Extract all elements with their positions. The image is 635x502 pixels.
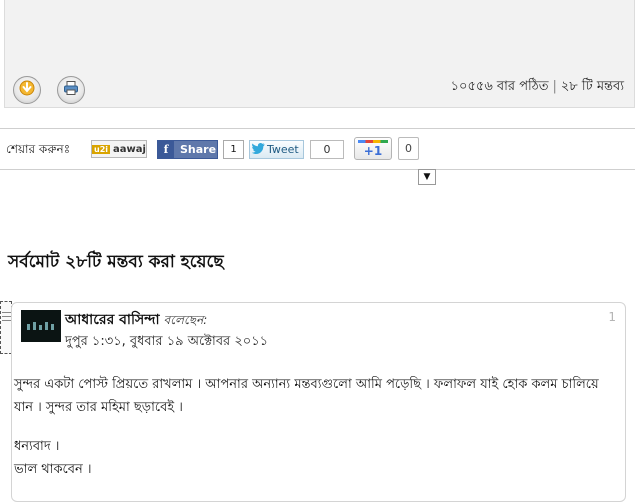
google-plus-one-count: 0 <box>398 137 419 160</box>
tweet-label: Tweet <box>267 143 299 156</box>
comments-heading: সর্বমোট ২৮টি মন্তব্য করা হয়েছে <box>8 252 224 272</box>
post-stats: ১০৫৫৬ বার পঠিত | ২৮ টি মন্তব্য <box>451 77 624 98</box>
avatar-pixel <box>45 322 48 330</box>
post-footer: ১০৫৫৬ বার পঠিত | ২৮ টি মন্তব্য <box>4 0 635 108</box>
favorite-arrow-icon <box>19 80 35 100</box>
says-label: বলেছেন: <box>163 313 208 327</box>
triangle-down-icon: ▼ <box>423 172 431 182</box>
handle-line <box>2 320 11 321</box>
twitter-bird-icon <box>251 142 265 157</box>
comment-item: আধারের বাসিন্দা বলেছেন: দুপুর ১:৩১, বুধবা… <box>11 302 626 502</box>
avatar-pixel <box>51 324 54 330</box>
comment-paragraph: ভাল থাকবেন । <box>14 462 92 477</box>
favorite-button[interactable] <box>13 76 41 104</box>
facebook-icon: f <box>158 141 174 158</box>
share-bar: শেয়ার করুনঃ u2i aawaj f Share 1 Tweet 0 +… <box>0 128 635 170</box>
comment-body: সুন্দর একটা পোস্ট প্রিয়তে রাখলাম । আপনা… <box>14 373 620 481</box>
print-icon <box>63 80 79 100</box>
avatar[interactable] <box>21 310 61 342</box>
facebook-share-button[interactable]: f Share <box>157 140 218 159</box>
share-label: শেয়ার করুনঃ <box>6 142 71 156</box>
tweet-button[interactable]: Tweet <box>249 140 304 159</box>
comment-paragraph: সুন্দর একটা পোস্ট প্রিয়তে রাখলাম । আপনা… <box>14 377 599 415</box>
avatar-pixel <box>27 324 30 330</box>
stats-separator: | <box>552 79 557 94</box>
aawaj-share-button[interactable]: u2i aawaj <box>91 140 147 158</box>
facebook-share-count: 1 <box>223 140 244 159</box>
facebook-share-label: Share <box>180 143 217 156</box>
handle-line <box>2 312 11 313</box>
author-name[interactable]: আধারের বাসিন্দা <box>65 312 160 328</box>
handle-line <box>2 316 11 317</box>
comment-number: 1 <box>608 310 616 324</box>
google-color-strip-icon <box>358 140 388 143</box>
google-plus-one-button[interactable]: +1 <box>354 137 392 160</box>
print-button[interactable] <box>57 76 85 104</box>
read-count: ১০৫৫৬ বার পঠিত <box>450 79 549 94</box>
avatar-pixel <box>39 325 42 330</box>
comment-timestamp: দুপুর ১:৩১, বুধবার ১৯ অক্টোবর ২০১১ <box>65 334 269 349</box>
google-plus-one-label: +1 <box>363 144 383 158</box>
comment-count[interactable]: ২৮ টি মন্তব্য <box>561 79 624 94</box>
avatar-pixel <box>33 322 36 330</box>
aawaj-label: aawaj <box>113 143 146 155</box>
comment-author: আধারের বাসিন্দা বলেছেন: <box>65 308 207 332</box>
aawaj-logo-icon: u2i <box>92 144 111 154</box>
tweet-count: 0 <box>310 140 344 159</box>
expand-toggle-button[interactable]: ▼ <box>418 169 436 185</box>
comment-paragraph: ধন্যবাদ । <box>14 439 60 454</box>
